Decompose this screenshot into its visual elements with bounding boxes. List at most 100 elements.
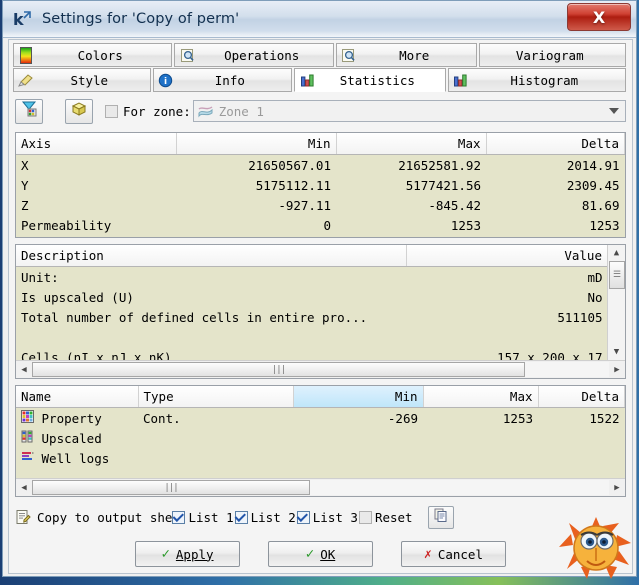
min-cell: 0 (176, 215, 336, 235)
description-cell: Total number of defined cells in entire … (16, 307, 406, 327)
scroll-right-icon[interactable]: ▶ (609, 362, 625, 377)
copy-sheet-icon (15, 509, 31, 525)
copy-to-clipboard-button[interactable] (427, 505, 454, 529)
tab-histogram[interactable]: Histogram (447, 68, 626, 92)
table-row[interactable]: Unit: mD (16, 266, 608, 287)
table-row[interactable]: Permeability 0 1253 1253 (16, 215, 625, 235)
well-logs-icon (21, 451, 42, 466)
reset-group: Reset (358, 509, 414, 525)
tab-info-label: Info (214, 72, 245, 88)
list3-group: List 3 (296, 509, 359, 525)
tab-colors[interactable]: Colors (13, 43, 173, 67)
for-zone-checkbox[interactable] (105, 104, 118, 118)
description-vertical-scrollbar[interactable]: ▲ ☰ ▼ (607, 245, 625, 360)
axis-col-header[interactable]: Axis (16, 133, 177, 155)
color-gradient-icon (17, 46, 35, 64)
reset-label: Reset (374, 509, 413, 525)
property-grid-icon (21, 410, 42, 426)
list2-label: List 2 (250, 509, 296, 525)
scroll-up-icon[interactable]: ▲ (609, 245, 625, 261)
table-header-row: Description Value (16, 245, 608, 267)
min-col-header[interactable]: Min (293, 386, 424, 408)
tab-style[interactable]: Style (13, 68, 151, 92)
svg-text:i: i (164, 77, 167, 87)
list1-checkbox[interactable] (172, 510, 186, 524)
table-row[interactable]: Is upscaled (U) No (16, 287, 608, 307)
list2-checkbox[interactable] (234, 510, 248, 524)
delta-cell: 81.69 (486, 195, 625, 215)
bar-chart-icon (452, 73, 470, 88)
hscroll-track[interactable]: ||| (32, 480, 609, 495)
list3-checkbox[interactable] (296, 510, 310, 524)
description-horizontal-scrollbar[interactable]: ◀ ||| ▶ (16, 360, 625, 378)
hscroll-thumb[interactable]: ||| (32, 480, 310, 495)
axis-statistics-table: Axis Min Max Delta X 21650567.01 2165258… (15, 132, 626, 238)
volume-selection-button[interactable] (65, 98, 93, 124)
cancel-button[interactable]: ✗ Cancel (401, 541, 506, 567)
upscaled-icon (21, 430, 42, 446)
tab-histogram-label: Histogram (510, 72, 579, 88)
list2-group: List 2 (234, 509, 297, 525)
table-row[interactable]: X 21650567.01 21652581.92 2014.91 (16, 154, 625, 175)
description-cell: Cells (nI x nJ x nK) (16, 347, 406, 360)
bar-chart-icon (298, 73, 316, 88)
delta-col-header[interactable]: Delta (538, 386, 625, 408)
tab-style-label: Style (70, 72, 109, 88)
table-row[interactable]: Y 5175112.11 5177421.56 2309.45 (16, 175, 625, 195)
tab-colors-label: Colors (77, 47, 123, 63)
max-col-header[interactable]: Max (336, 133, 487, 155)
tab-info[interactable]: i Info (152, 68, 293, 92)
reset-checkbox[interactable] (358, 510, 372, 524)
table-row[interactable] (16, 327, 608, 347)
k-logo-icon: k (12, 8, 34, 30)
table-row[interactable]: Property Cont. -269 1253 1522 (16, 407, 625, 428)
checkmark-icon: ✓ (305, 546, 315, 562)
min-col-header[interactable]: Min (176, 133, 337, 155)
window-titlebar: k Settings for 'Copy of perm' X (3, 1, 636, 38)
tab-statistics[interactable]: Statistics (294, 68, 446, 92)
min-cell: 21650567.01 (176, 154, 336, 175)
tab-more[interactable]: More (335, 43, 478, 67)
value-col-header[interactable]: Value (406, 245, 608, 267)
statistics-toolbar: For zone: Zone 1 (15, 96, 626, 126)
info-circle-icon: i (157, 73, 175, 88)
scroll-down-icon[interactable]: ▼ (609, 344, 625, 360)
table-row[interactable]: Total number of defined cells in entire … (16, 307, 608, 327)
window-title: Settings for 'Copy of perm' (42, 11, 240, 27)
max-cell (423, 448, 538, 468)
property-horizontal-scrollbar[interactable]: ◀ ||| ▶ (16, 478, 625, 496)
zone-dropdown[interactable]: Zone 1 (192, 100, 626, 122)
table-row[interactable]: Cells (nI x nJ x nK) 157 x 200 x 17 (16, 347, 608, 360)
magnifier-page-icon (340, 48, 358, 63)
ok-button[interactable]: ✓ OK (268, 541, 373, 567)
vscroll-thumb[interactable]: ☰ (608, 261, 625, 289)
scroll-right-icon[interactable]: ▶ (609, 480, 625, 495)
delta-cell: 1253 (486, 215, 625, 235)
type-col-header[interactable]: Type (138, 386, 294, 408)
scroll-left-icon[interactable]: ◀ (16, 362, 32, 377)
tab-operations[interactable]: Operations (174, 43, 334, 67)
vscroll-track[interactable]: ☰ (608, 261, 625, 344)
table-row[interactable]: Well logs (16, 448, 625, 468)
cancel-button-label: Cancel (437, 546, 483, 562)
copy-pages-icon (433, 507, 449, 527)
description-col-header[interactable]: Description (16, 245, 407, 267)
statistics-settings-button[interactable] (15, 98, 43, 124)
hscroll-track[interactable]: ||| (32, 362, 609, 377)
checkmark-icon: ✓ (161, 546, 170, 562)
delta-cell: 2309.45 (486, 175, 625, 195)
delta-col-header[interactable]: Delta (486, 133, 625, 155)
close-window-button[interactable]: X (567, 3, 631, 31)
max-cell: -845.42 (336, 195, 486, 215)
value-cell: No (406, 287, 608, 307)
tab-variogram[interactable]: Variogram (479, 43, 626, 67)
tab-strip: Colors Operations More Variogram Style i… (9, 40, 632, 92)
list3-label: List 3 (312, 509, 358, 525)
table-row[interactable]: Upscaled (16, 428, 625, 448)
name-col-header[interactable]: Name (16, 386, 139, 408)
scroll-left-icon[interactable]: ◀ (16, 480, 32, 495)
table-row[interactable]: Z -927.11 -845.42 81.69 (16, 195, 625, 215)
apply-button[interactable]: ✓ Apply (135, 541, 240, 567)
hscroll-thumb[interactable]: ||| (32, 362, 525, 377)
max-col-header[interactable]: Max (423, 386, 539, 408)
